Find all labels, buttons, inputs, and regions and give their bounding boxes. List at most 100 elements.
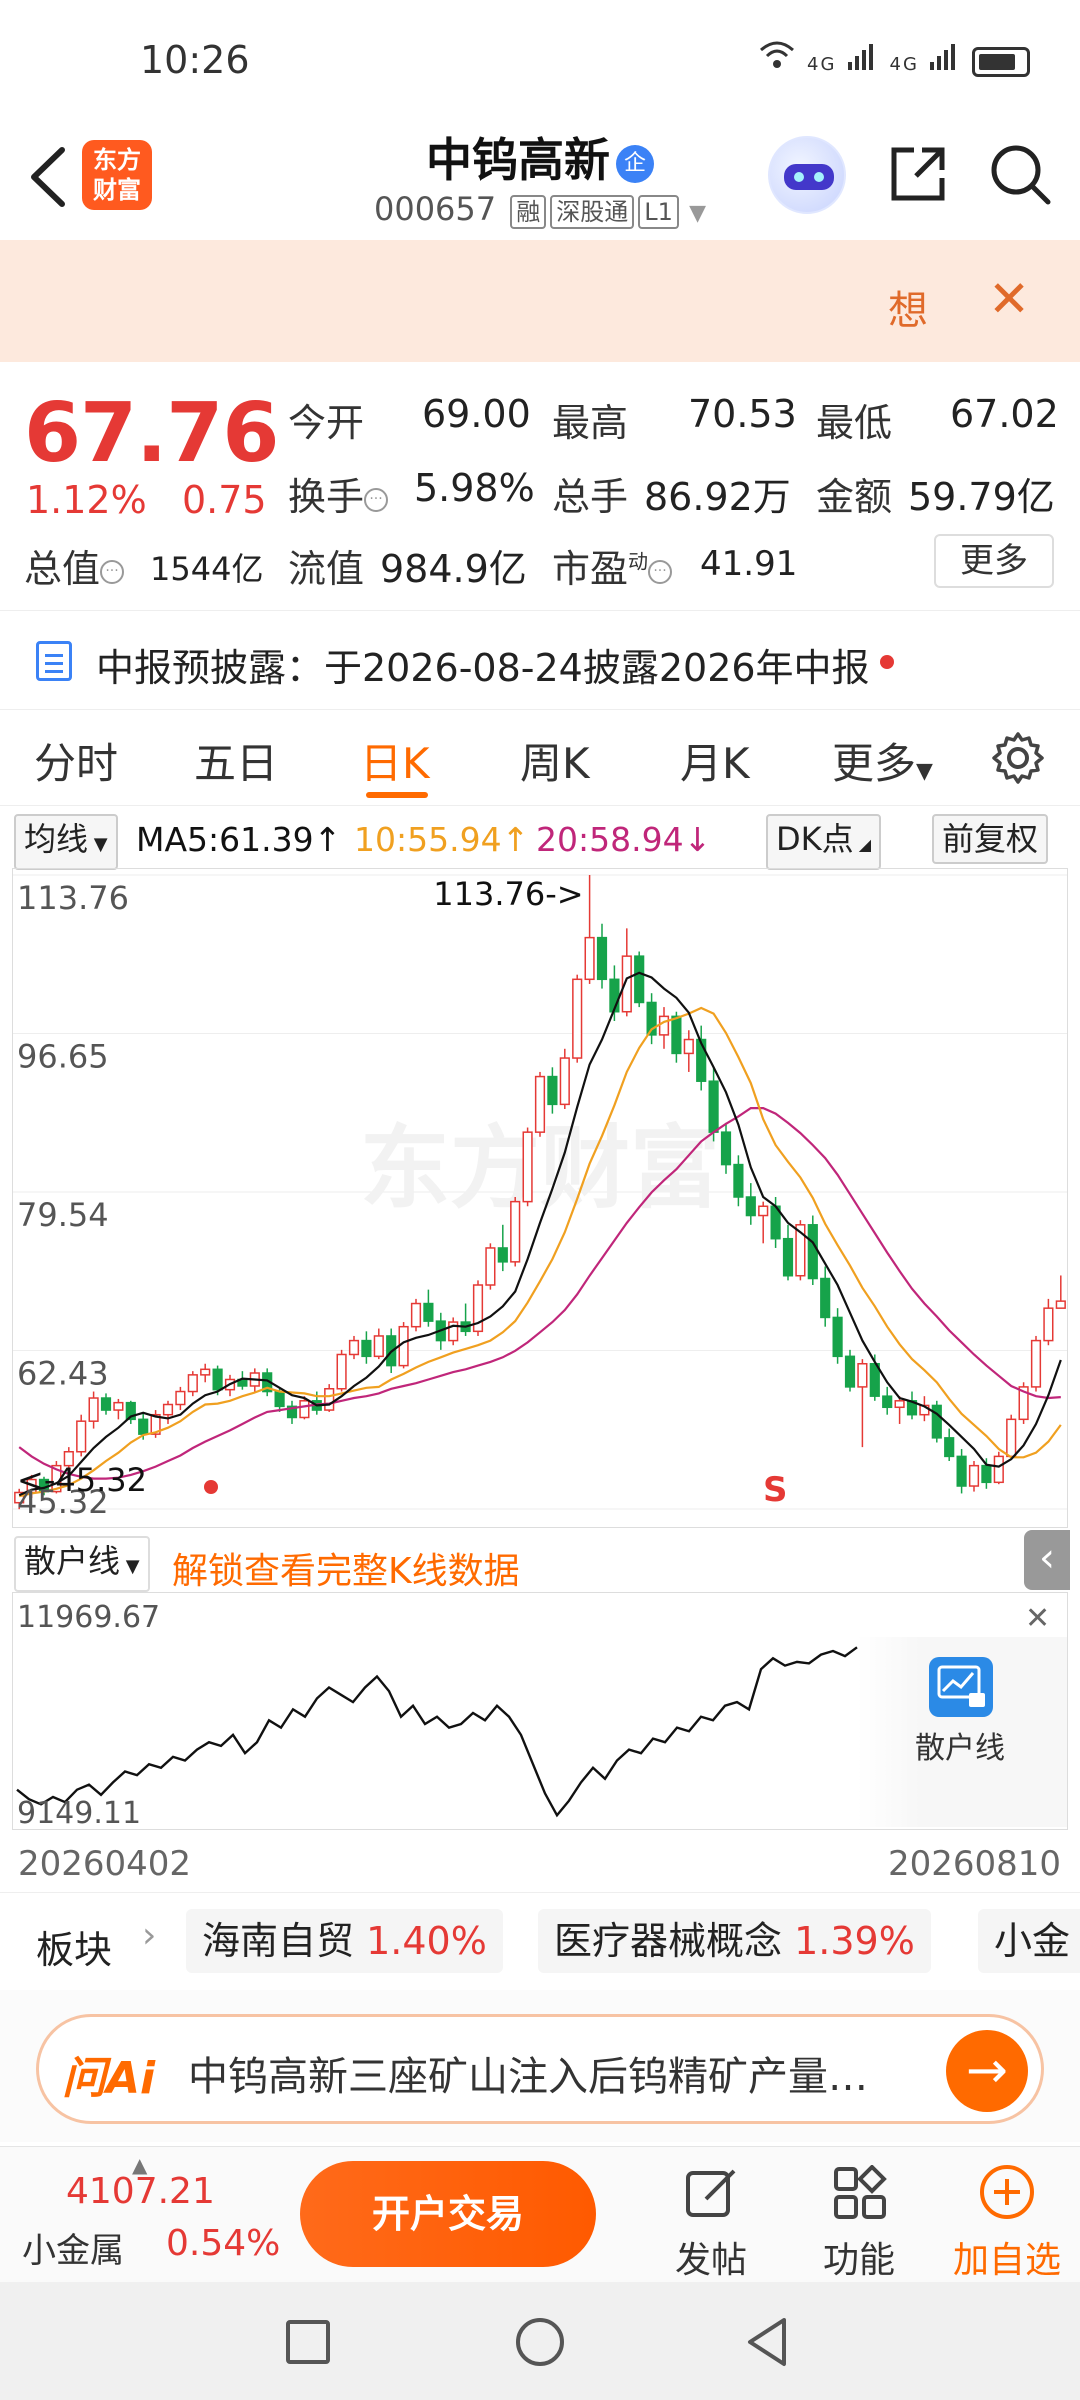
info-icon[interactable]: ··· [648, 559, 673, 584]
functions-button[interactable]: 功能 [794, 2147, 924, 2283]
home-icon[interactable] [516, 2318, 564, 2366]
unlock-link[interactable]: 解锁查看完整K线数据 [172, 1542, 520, 1594]
back-nav-icon[interactable] [744, 2316, 790, 2372]
candle-body [634, 955, 645, 1004]
share-icon[interactable] [888, 144, 948, 204]
candle-body [658, 1015, 670, 1036]
tab-intraday[interactable]: 分时 [34, 730, 118, 791]
candle-body [187, 1374, 198, 1393]
turnover-label: 换手 ··· [288, 466, 389, 521]
candle-body [993, 1455, 1004, 1484]
add-watchlist-button[interactable]: 加自选 [942, 2147, 1072, 2283]
open-account-button[interactable]: 开户交易 [300, 2161, 596, 2267]
candle-body [497, 1247, 508, 1263]
sector-chip[interactable]: 海南自贸 1.40% [186, 1909, 503, 1973]
promo-banner: 想 ✕ [0, 240, 1080, 362]
index-pct[interactable]: 0.54% [166, 2223, 280, 2264]
high-label: 最高 [552, 401, 629, 445]
plus-circle-icon [978, 2163, 1036, 2225]
gear-icon[interactable] [990, 730, 1046, 786]
retail-line [16, 1646, 858, 1818]
candle-body [324, 1388, 335, 1411]
info-icon[interactable]: ··· [364, 487, 389, 512]
candle-body [76, 1420, 87, 1453]
candle-body [572, 978, 583, 1059]
candle-body [1006, 1418, 1017, 1458]
recent-apps-icon[interactable] [286, 2320, 330, 2364]
candle-body [547, 1075, 558, 1106]
pe-value: 41.91 [700, 544, 798, 584]
status-bar: 10:26 4G 4G [0, 0, 1080, 120]
candle-body [931, 1404, 942, 1439]
arrow-right-icon[interactable]: → [946, 2030, 1028, 2112]
candle-body [832, 1316, 843, 1358]
connect-tag: 深股通 [550, 195, 635, 229]
candle-body [200, 1368, 211, 1376]
index-value[interactable]: 4107.21 [66, 2171, 215, 2212]
candle-body [683, 1038, 694, 1055]
ai-question-text[interactable]: 中钨高新三座矿山注入后钨精矿产量… [188, 2044, 868, 2102]
ma5-line [18, 971, 1062, 1497]
functions-label: 功能 [822, 2240, 895, 2281]
retail-line-chart[interactable]: 11969.67 9149.11 散户线 ✕ [12, 1592, 1068, 1831]
sector-chip[interactable]: 医疗器械概念 1.39% [538, 1909, 931, 1973]
caret-down-icon: ▼ [120, 1556, 140, 1577]
search-icon[interactable] [988, 142, 1052, 206]
mktcap-value: 1544亿 [150, 550, 264, 588]
sector-row: 板块 › 海南自贸 1.40% 医疗器械概念 1.39% 小金 [0, 1892, 1080, 1990]
tab-more-label: 更多 [832, 739, 917, 788]
battery-icon [972, 46, 1030, 77]
notice-text: 中报预披露：于2026-08-24披露2026年中报 [96, 646, 870, 690]
candle-body [758, 1205, 769, 1217]
candle-body [100, 1397, 112, 1411]
chevron-right-icon[interactable]: › [142, 1915, 156, 1956]
close-icon[interactable]: ✕ [1025, 1601, 1050, 1636]
candle-body [423, 1302, 434, 1322]
status-time: 10:26 [140, 38, 250, 82]
candle-body [373, 1335, 384, 1358]
index-name[interactable]: 小金属 [22, 2223, 124, 2272]
dk-point-selector[interactable]: DK点 ◢ [766, 814, 882, 870]
tab-weekly-k[interactable]: 周K [520, 730, 590, 791]
pe-dynamic-mark: 动 [628, 549, 649, 574]
candle-body [398, 1325, 409, 1367]
candle-body [720, 1131, 732, 1166]
open-value: 69.00 [422, 392, 531, 436]
chart-lock-icon [929, 1657, 993, 1717]
sector-name: 海南自贸 [202, 1919, 355, 1963]
signal-bars-icon-2 [930, 43, 972, 78]
adjust-selector[interactable]: 前复权 [932, 814, 1049, 864]
tab-monthly-k[interactable]: 月K [680, 730, 750, 791]
ai-assistant-icon[interactable] [768, 136, 846, 214]
turnover-label-text: 换手 [288, 475, 365, 519]
collapse-icon[interactable]: ‹ [1024, 1530, 1070, 1590]
candle-body [534, 1075, 546, 1133]
candle-body [733, 1163, 744, 1198]
info-icon[interactable]: ··· [100, 559, 125, 584]
candle-body [559, 1057, 570, 1106]
candle-body [138, 1418, 149, 1435]
open-label: 今开 [288, 401, 365, 445]
min-price-label: <-45.32 [17, 1461, 147, 1499]
candle-body [745, 1196, 756, 1217]
candle-body [1043, 1307, 1054, 1342]
pe-label-text: 市盈 [552, 547, 629, 591]
candle-body [336, 1353, 347, 1390]
sector-chip[interactable]: 小金 [978, 1909, 1080, 1973]
think-button[interactable]: 想 [888, 278, 928, 336]
retail-y-min: 9149.11 [17, 1796, 141, 1829]
tab-daily-k[interactable]: 日K [360, 730, 430, 791]
tab-more[interactable]: 更多▼ [832, 730, 933, 791]
tab-five-day[interactable]: 五日 [194, 730, 278, 791]
kline-chart[interactable]: 东方财富 113.76 96.65 79.54 62.43 45.32 113.76-> <-… [12, 868, 1068, 1528]
sector-name: 小金 [994, 1919, 1071, 1963]
ma-selector[interactable]: 均线 ▼ [14, 814, 118, 870]
post-button[interactable]: 发帖 [646, 2147, 776, 2283]
close-icon[interactable]: ✕ [988, 270, 1030, 328]
ma-selector-label: 均线 [24, 820, 89, 858]
bottom-toolbar: ▲ 4107.21 小金属 0.54% 开户交易 发帖 功能 加自选 [0, 2146, 1080, 2282]
candle-body [348, 1339, 360, 1356]
indicator-selector[interactable]: 散户线 ▼ [14, 1536, 150, 1592]
earnings-notice[interactable]: 中报预披露：于2026-08-24披露2026年中报 [0, 610, 1080, 710]
more-quote-button[interactable]: 更多 [934, 534, 1054, 588]
